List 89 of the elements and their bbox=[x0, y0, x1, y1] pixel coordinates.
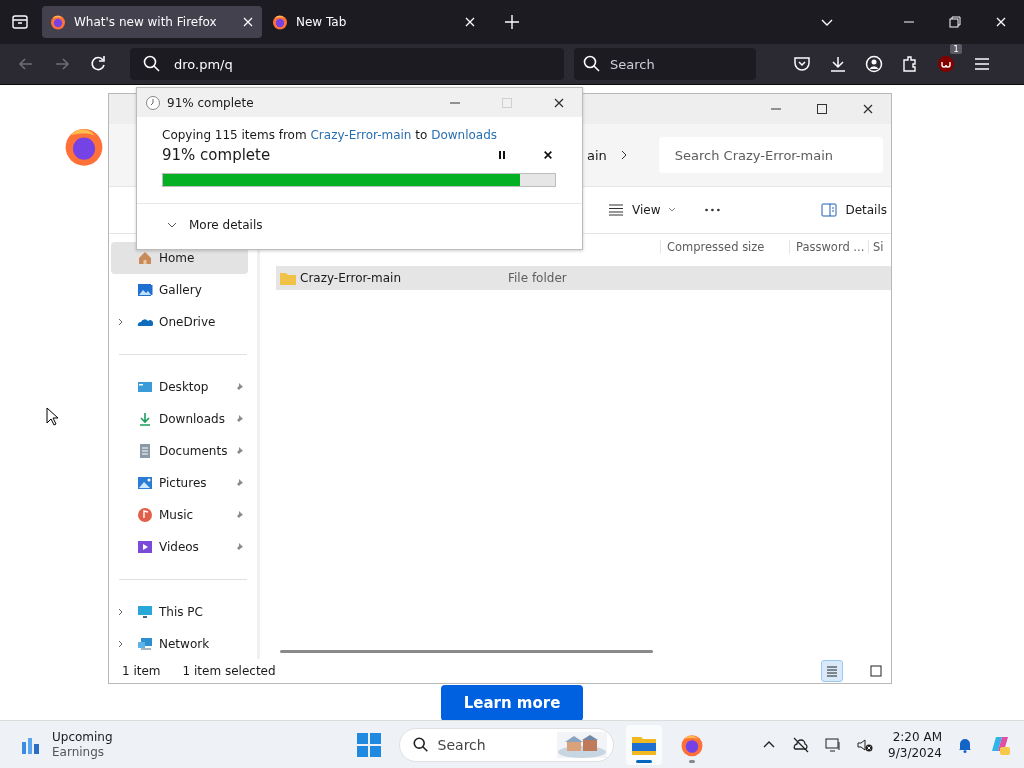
download-icon bbox=[137, 411, 153, 427]
pictures-icon bbox=[137, 475, 153, 491]
videos-icon bbox=[137, 539, 153, 555]
firefox-logo-icon bbox=[679, 732, 704, 757]
status-text: 1 item bbox=[122, 664, 161, 678]
pocket-icon[interactable] bbox=[792, 54, 812, 74]
search-icon bbox=[582, 54, 602, 74]
firefox-logo-icon bbox=[50, 14, 66, 30]
folder-icon bbox=[280, 271, 296, 285]
maximize-icon[interactable] bbox=[816, 103, 828, 115]
destination-link[interactable]: Downloads bbox=[431, 128, 498, 142]
view-button[interactable]: View bbox=[602, 199, 683, 221]
sidebar-item[interactable]: Gallery bbox=[111, 274, 248, 306]
more-options-icon[interactable] bbox=[704, 207, 722, 213]
scrollbar[interactable] bbox=[280, 650, 653, 653]
learn-more-button[interactable]: Learn more bbox=[441, 685, 583, 721]
extension-icon[interactable] bbox=[936, 54, 956, 74]
sidebar-item[interactable]: OneDrive bbox=[111, 306, 248, 338]
address-field[interactable]: dro.pm/q bbox=[130, 48, 564, 80]
search-field[interactable]: Search bbox=[574, 48, 756, 80]
sidebar-item[interactable]: Documents bbox=[111, 435, 248, 467]
firefox-logo-icon bbox=[272, 14, 288, 30]
close-icon[interactable] bbox=[553, 96, 565, 109]
close-icon[interactable] bbox=[543, 150, 553, 160]
caret-icon bbox=[167, 222, 177, 228]
taskbar-search-field[interactable]: Search bbox=[398, 727, 614, 762]
column-header[interactable]: Si bbox=[868, 240, 884, 254]
start-icon[interactable] bbox=[355, 731, 382, 758]
restore-icon[interactable] bbox=[949, 16, 961, 28]
document-icon bbox=[137, 443, 153, 459]
widgets-button[interactable]: Upcoming Earnings bbox=[20, 729, 113, 760]
monitor-icon bbox=[137, 604, 153, 620]
tab-list-icon[interactable] bbox=[10, 12, 30, 32]
details-view-button[interactable] bbox=[821, 660, 843, 682]
music-icon bbox=[137, 507, 153, 523]
panel-icon bbox=[821, 203, 838, 217]
dialog-title: 91% complete bbox=[167, 95, 254, 110]
widget-subtitle: Earnings bbox=[52, 744, 106, 760]
close-icon[interactable] bbox=[862, 103, 874, 115]
details-button[interactable]: Details bbox=[817, 199, 891, 221]
widget-title: Upcoming bbox=[52, 729, 113, 745]
sidebar-item[interactable]: This PC bbox=[111, 596, 248, 628]
progress-heading: 91% complete bbox=[162, 146, 272, 164]
status-text: 1 item selected bbox=[182, 664, 276, 678]
extension-badge: 1 bbox=[950, 44, 962, 54]
chevron-icon[interactable] bbox=[117, 318, 125, 326]
search-icon bbox=[142, 54, 162, 74]
breadcrumb-item[interactable]: ain bbox=[587, 147, 607, 163]
file-row[interactable]: Crazy-Error-main File folder bbox=[276, 266, 891, 290]
more-details-button[interactable]: More details bbox=[167, 218, 263, 232]
copy-message: Copying 115 items from Crazy-Error-main to Downloads bbox=[162, 128, 499, 142]
tiles-view-icon[interactable] bbox=[870, 665, 882, 677]
monitor-icon[interactable] bbox=[824, 735, 843, 754]
column-header[interactable]: Password ... bbox=[789, 240, 868, 254]
download-icon[interactable] bbox=[828, 54, 848, 74]
sidebar-item[interactable]: Network bbox=[111, 628, 248, 660]
search-placeholder: Search bbox=[610, 56, 655, 72]
search-placeholder: Search bbox=[437, 736, 486, 753]
account-icon[interactable] bbox=[864, 54, 884, 74]
search-field[interactable]: Search Crazy-Error-main bbox=[658, 137, 883, 173]
file-explorer-taskbar-button[interactable] bbox=[625, 724, 662, 765]
search-icon bbox=[411, 735, 430, 754]
clock-date[interactable]: 9/3/2024 bbox=[888, 744, 942, 761]
maximize-icon bbox=[501, 96, 513, 109]
desktop-icon bbox=[137, 379, 153, 395]
cloud-offline-icon[interactable] bbox=[792, 735, 811, 754]
source-link[interactable]: Crazy-Error-main bbox=[310, 128, 412, 142]
plus-icon[interactable] bbox=[502, 12, 522, 32]
sidebar-item[interactable]: Downloads bbox=[111, 403, 248, 435]
network-icon bbox=[137, 636, 153, 652]
pause-icon[interactable] bbox=[497, 150, 507, 160]
column-header[interactable]: Compressed size bbox=[660, 240, 789, 254]
chevron-icon[interactable] bbox=[117, 640, 125, 648]
list-icon bbox=[826, 665, 838, 677]
sidebar-item[interactable]: Videos bbox=[111, 531, 248, 563]
gallery-icon bbox=[137, 282, 153, 298]
cursor-icon bbox=[46, 407, 60, 427]
browser-tab[interactable]: New Tab bbox=[264, 6, 484, 38]
clock-icon bbox=[145, 94, 161, 111]
sidebar-item[interactable]: Music bbox=[111, 499, 248, 531]
caret-icon bbox=[668, 207, 677, 213]
home-icon bbox=[137, 250, 153, 266]
sidebar-item[interactable]: Pictures bbox=[111, 467, 248, 499]
list-icon bbox=[608, 204, 624, 216]
clock-time[interactable]: 2:20 AM bbox=[892, 728, 942, 745]
sidebar-item[interactable]: Desktop bbox=[111, 371, 248, 403]
browser-tab[interactable]: What's new with Firefox bbox=[42, 6, 262, 38]
address-text: dro.pm/q bbox=[174, 56, 233, 72]
chevron-icon[interactable] bbox=[117, 608, 125, 616]
